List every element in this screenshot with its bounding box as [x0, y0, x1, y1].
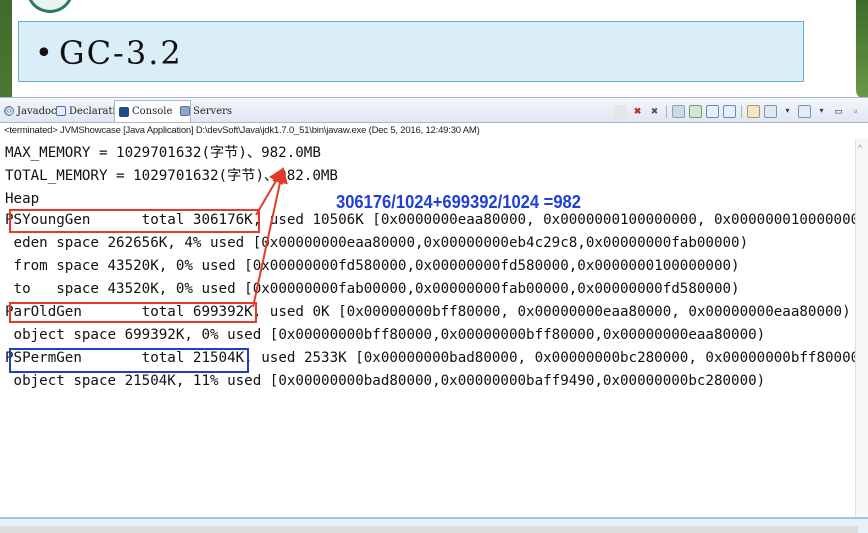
view-tab-bar: @ Javadoc Declaration Console ✕ Servers … [0, 97, 868, 123]
scroll-up-icon[interactable]: ^ [858, 143, 862, 153]
eclipse-console-view: @ Javadoc Declaration Console ✕ Servers … [0, 97, 868, 533]
console-line: MAX_MEMORY = 1029701632(字节)、982.0MB [5, 145, 321, 161]
clear-console-icon[interactable] [672, 104, 685, 118]
declaration-icon [56, 106, 66, 116]
remove-launch-icon[interactable]: ✖ [631, 105, 644, 118]
tab-label: Javadoc [17, 105, 57, 117]
scroll-lock-icon[interactable] [689, 104, 702, 118]
open-console-icon[interactable] [798, 104, 811, 118]
slide-title-box: • GC-3.2 [18, 21, 804, 82]
paroldgen-highlight-box [9, 302, 257, 323]
slide-title: GC-3.2 [59, 34, 183, 72]
slide-right-decoration [856, 0, 868, 100]
terminated-status-line: <terminated> JVMShowcase [Java Applicati… [4, 125, 480, 136]
console-line: from space 43520K, 0% used [0x00000000fd… [5, 258, 740, 274]
tab-label: Console [132, 106, 173, 117]
console-line: to space 43520K, 0% used [0x00000000fab0… [5, 281, 740, 297]
console-line: eden space 262656K, 4% used [0x00000000e… [5, 235, 749, 251]
vertical-scrollbar[interactable]: ^ [855, 139, 868, 517]
chevron-down-icon[interactable]: ▾ [781, 105, 794, 118]
psyounggen-highlight-box [9, 209, 260, 233]
remove-all-icon[interactable]: ✖ [648, 105, 661, 118]
servers-icon [180, 106, 190, 116]
javadoc-icon: @ [4, 106, 14, 116]
console-line: object space 21504K, 11% used [0x0000000… [5, 373, 766, 389]
pspermgen-highlight-box [9, 348, 249, 373]
terminate-icon[interactable] [614, 104, 627, 118]
console-toolbar: ✖ ✖ ▾ ▾ ▭ ▫ [614, 103, 862, 119]
title-bullet: • [35, 36, 53, 71]
horizontal-scrollbar[interactable] [0, 526, 858, 533]
toolbar-separator [741, 104, 742, 118]
chevron-down-icon[interactable]: ▾ [815, 105, 828, 118]
display-console-icon[interactable] [764, 104, 777, 118]
console-line: TOTAL_MEMORY = 1029701632(字节)、982.0MB [5, 168, 338, 184]
pin-console-icon[interactable] [747, 104, 760, 118]
console-icon [119, 106, 129, 117]
console-line: Heap [5, 191, 40, 207]
minimize-icon[interactable]: ▭ [832, 105, 845, 118]
tab-javadoc[interactable]: @ Javadoc [4, 102, 57, 120]
tab-servers[interactable]: Servers [180, 102, 232, 120]
maximize-icon[interactable]: ▫ [849, 105, 862, 118]
tab-label: Servers [193, 105, 233, 117]
word-wrap-icon[interactable] [706, 104, 719, 118]
show-on-output-icon[interactable] [723, 104, 736, 118]
toolbar-separator [666, 104, 667, 118]
console-line: object space 699392K, 0% used [0x0000000… [5, 327, 766, 343]
calculation-annotation: 306176/1024+699392/1024 =982 [336, 192, 581, 212]
